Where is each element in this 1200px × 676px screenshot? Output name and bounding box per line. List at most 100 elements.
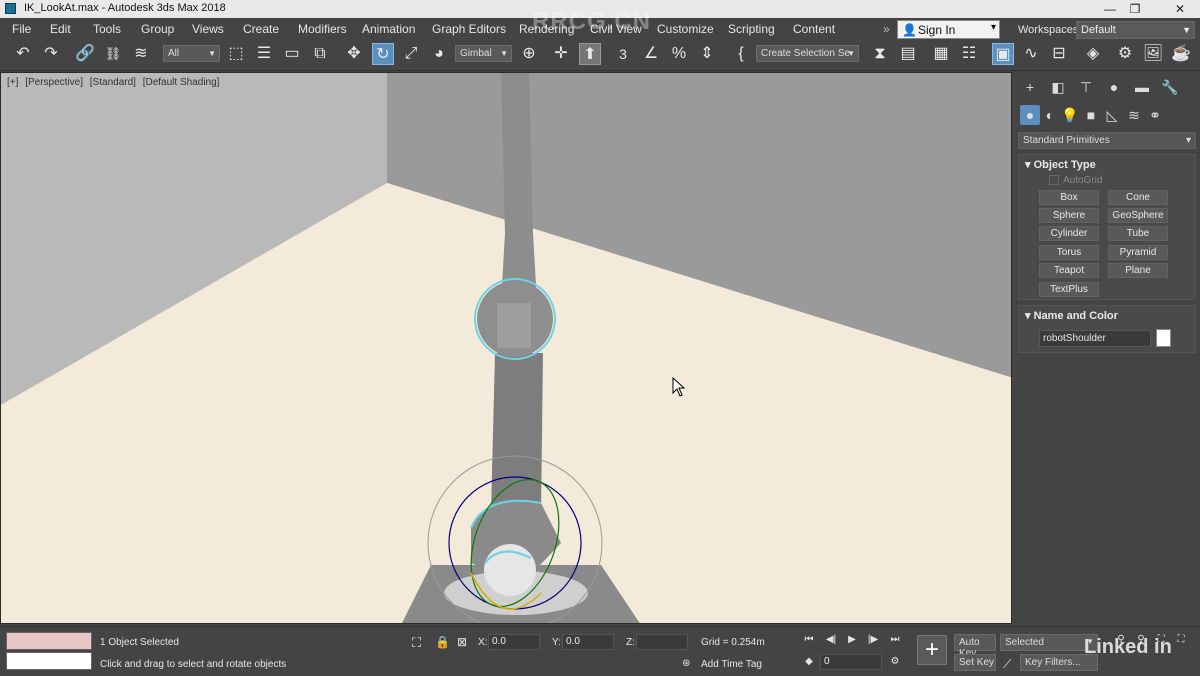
placement-icon[interactable]: ◕ (428, 43, 450, 65)
pyramid-button[interactable]: Pyramid (1108, 245, 1168, 260)
mirror-icon[interactable]: ⧗ (869, 43, 891, 65)
frame-input[interactable]: 0 (820, 654, 882, 670)
autogrid-checkbox[interactable]: AutoGrid (1049, 175, 1102, 186)
prev-frame-icon[interactable]: ◀| (824, 633, 838, 647)
isolate-icon[interactable]: ⛶ (412, 635, 421, 651)
object-color-swatch[interactable] (1156, 329, 1171, 347)
render-setup-icon[interactable]: ⚙ (1114, 43, 1136, 65)
object-type-title[interactable]: ▾ Object Type (1025, 158, 1096, 171)
cone-button[interactable]: Cone (1108, 190, 1168, 205)
select-object-icon[interactable]: ⬚ (225, 43, 247, 65)
maxscript-listener-top[interactable] (6, 632, 92, 650)
x-coord-input[interactable]: 0.0 (488, 634, 540, 650)
viewport-plus-menu[interactable]: [+] (7, 77, 18, 88)
menu-scripting[interactable]: Scripting (728, 22, 775, 36)
modify-tab-icon[interactable]: ◧ (1048, 77, 1068, 97)
spinner-snap-icon[interactable]: ⇕ (696, 43, 718, 65)
keyboard-shortcut-icon[interactable]: ⬆ (579, 43, 601, 65)
ribbon-icon[interactable]: ▣ (992, 43, 1014, 65)
menu-overflow-icon[interactable]: » (883, 22, 890, 36)
cylinder-button[interactable]: Cylinder (1039, 226, 1099, 241)
hierarchy-tab-icon[interactable]: ⊤ (1076, 77, 1096, 97)
menu-content[interactable]: Content (793, 22, 835, 36)
viewport-standard-menu[interactable]: [Standard] (90, 77, 136, 88)
menu-edit[interactable]: Edit (50, 22, 71, 36)
selection-filter-dropdown[interactable]: All ▼ (163, 45, 220, 62)
y-coord-input[interactable]: 0.0 (562, 634, 614, 650)
geosphere-button[interactable]: GeoSphere (1108, 208, 1168, 223)
unlink-icon[interactable]: ⛓ (102, 43, 124, 65)
rotate-icon[interactable]: ↻ (372, 43, 394, 65)
menu-modifiers[interactable]: Modifiers (298, 22, 347, 36)
close-button[interactable]: ✕ (1160, 0, 1200, 18)
render-icon[interactable]: ☕ (1170, 43, 1192, 65)
systems-icon[interactable]: ⚭ (1145, 105, 1165, 125)
key-tangent-icon[interactable]: ⟋ (1003, 657, 1011, 672)
set-keys-button[interactable]: + (917, 635, 947, 665)
edit-named-icon[interactable]: { (730, 43, 752, 65)
goto-start-icon[interactable]: ⏮ (802, 633, 816, 647)
spacewarps-icon[interactable]: ≋ (1124, 105, 1144, 125)
menu-views[interactable]: Views (192, 22, 224, 36)
play-icon[interactable]: ▶ (845, 633, 859, 647)
menu-graph-editors[interactable]: Graph Editors (432, 22, 506, 36)
pivot-icon[interactable]: ⊕ (518, 43, 540, 65)
perspective-viewport[interactable]: [+] [Perspective] [Standard] [Default Sh… (0, 72, 1012, 624)
create-tab-icon[interactable]: + (1020, 77, 1040, 97)
menu-file[interactable]: File (12, 22, 31, 36)
menu-create[interactable]: Create (243, 22, 279, 36)
redo-icon[interactable]: ↷ (40, 43, 62, 65)
geometry-icon[interactable]: ● (1020, 105, 1040, 125)
textplus-button[interactable]: TextPlus (1039, 282, 1099, 297)
set-key-button[interactable]: Set Key (954, 654, 996, 671)
schematic-icon[interactable]: ⊟ (1048, 43, 1070, 65)
lock-icon[interactable]: 🔒 (435, 635, 450, 649)
rendered-frame-icon[interactable]: 🖼 (1142, 43, 1164, 65)
lights-icon[interactable]: 💡 (1060, 105, 1080, 125)
manipulate-icon[interactable]: ✛ (550, 43, 572, 65)
display-tab-icon[interactable]: ▬ (1132, 77, 1152, 97)
link-icon[interactable]: 🔗 (74, 43, 96, 65)
angle-snap-icon[interactable]: ∠ (640, 43, 662, 65)
menu-group[interactable]: Group (141, 22, 174, 36)
shapes-icon[interactable]: ◐ (1040, 105, 1060, 125)
material-editor-icon[interactable]: ◈ (1082, 43, 1104, 65)
restore-button[interactable]: ❐ (1115, 0, 1155, 18)
align-icon[interactable]: ▤ (897, 43, 919, 65)
menu-customize[interactable]: Customize (657, 22, 714, 36)
curve-editor-icon[interactable]: ∿ (1020, 43, 1042, 65)
auto-key-button[interactable]: Auto Key (954, 634, 996, 659)
snap-3d-icon[interactable]: 3 (612, 43, 634, 65)
torus-button[interactable]: Torus (1039, 245, 1099, 260)
object-name-input[interactable]: robotShoulder (1039, 330, 1151, 347)
key-mode-icon[interactable]: ◆ (802, 655, 816, 669)
next-frame-icon[interactable]: |▶ (866, 633, 880, 647)
plane-button[interactable]: Plane (1108, 263, 1168, 278)
menu-animation[interactable]: Animation (362, 22, 415, 36)
move-icon[interactable]: ✥ (343, 43, 365, 65)
viewport-shading-menu[interactable]: [Default Shading] (143, 77, 220, 88)
select-by-name-icon[interactable]: ☰ (253, 43, 275, 65)
z-coord-input[interactable] (636, 634, 688, 650)
scale-icon[interactable]: ⤢ (400, 43, 422, 65)
abs-mode-icon[interactable]: ⊠ (457, 635, 467, 649)
cameras-icon[interactable]: ■ (1081, 105, 1101, 125)
menu-tools[interactable]: Tools (93, 22, 121, 36)
viewport-label[interactable]: [+] [Perspective] [Standard] [Default Sh… (7, 77, 223, 88)
zoom-extents-all-icon[interactable]: ⛶ (1174, 633, 1188, 647)
sign-in-dropdown[interactable]: 👤 Sign In ▾ (897, 20, 1000, 39)
percent-snap-icon[interactable]: % (668, 43, 690, 65)
reference-coord-dropdown[interactable]: Gimbal ▼ (455, 45, 512, 62)
teapot-button[interactable]: Teapot (1039, 263, 1099, 278)
rect-region-icon[interactable]: ▭ (281, 43, 303, 65)
named-selection-dropdown[interactable]: Create Selection Se ▼ (756, 45, 859, 62)
box-button[interactable]: Box (1039, 190, 1099, 205)
layer-explorer-icon[interactable]: ☷ (958, 43, 980, 65)
undo-icon[interactable]: ↶ (12, 43, 34, 65)
maxscript-listener-bottom[interactable] (6, 652, 92, 670)
scene-explorer-icon[interactable]: ▦ (930, 43, 952, 65)
name-and-color-title[interactable]: ▾ Name and Color (1025, 309, 1118, 322)
sphere-button[interactable]: Sphere (1039, 208, 1099, 223)
add-time-tag[interactable]: Add Time Tag (701, 659, 762, 670)
utilities-tab-icon[interactable]: 🔧 (1160, 77, 1180, 97)
